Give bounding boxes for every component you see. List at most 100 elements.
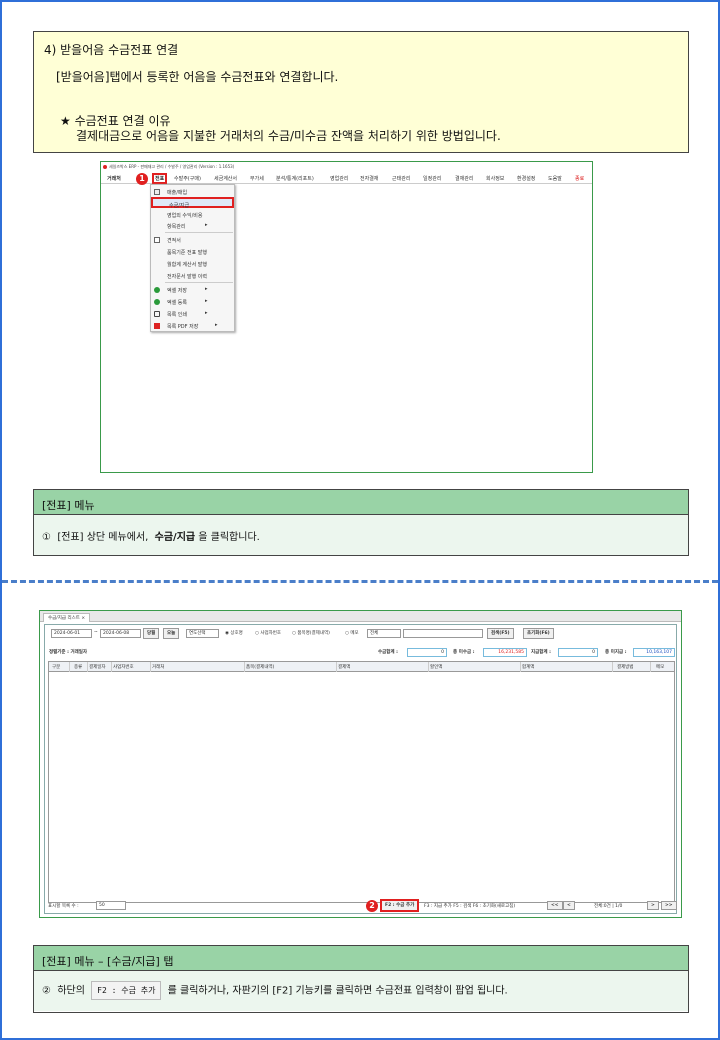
collect-list-screenshot: 수금/지급 리스트 × 2024-06-01 ~ 2024-06-08 당월 오… bbox=[39, 610, 682, 918]
col-customer[interactable]: 거래처 bbox=[152, 664, 164, 670]
dd-estimate[interactable]: 견적서 bbox=[151, 234, 234, 245]
submenu-arrow-icon: ▸ bbox=[205, 222, 208, 228]
divider bbox=[165, 282, 233, 283]
f2-key-chip: F2 : 수금 추가 bbox=[91, 981, 162, 1000]
dd-nonop[interactable]: 영업외 수익/비용 bbox=[151, 209, 234, 220]
today-button[interactable]: 오늘 bbox=[163, 628, 180, 639]
search-input[interactable] bbox=[403, 629, 483, 638]
caption-post: 를 클릭하거나, 자판기의 [F2] 기능키를 클릭하면 수금전표 입력창이 팝… bbox=[167, 985, 508, 997]
excel-icon bbox=[154, 287, 160, 293]
list-panel: 2024-06-01 ~ 2024-06-08 당월 오늘 연도선택 ◉ 상호명… bbox=[44, 624, 677, 914]
dd-collect-pay[interactable]: 수금/지급 bbox=[151, 197, 234, 209]
dd-item-mgmt[interactable]: 항목관리 ▸ bbox=[151, 220, 234, 231]
col-total[interactable]: 합계액 bbox=[522, 664, 534, 670]
dd-item-based[interactable]: 품목기준 전표 발행 bbox=[151, 246, 234, 257]
menu-tax-invoice[interactable]: 세금계산서 bbox=[214, 175, 237, 182]
section-divider bbox=[2, 580, 718, 583]
menu-exit[interactable]: 종료 bbox=[575, 175, 584, 182]
menu-company[interactable]: 회사정보 bbox=[486, 175, 504, 182]
close-icon[interactable]: × bbox=[81, 616, 85, 621]
caption-header: [전표] 메뉴 bbox=[34, 490, 688, 515]
sum-collect-value: 0 bbox=[407, 648, 447, 657]
menu-analysis[interactable]: 분석/통계(리포트) bbox=[276, 175, 314, 182]
window-title: 세일즈박스 ERP - 판매재고 관리 / 수발주 / 영업관리 (Versio… bbox=[103, 164, 234, 170]
dd-excel-save[interactable]: 엑셀 저장 ▸ bbox=[151, 284, 234, 295]
first-page-button[interactable]: << bbox=[547, 901, 563, 910]
tab-collect-list[interactable]: 수금/지급 리스트 × bbox=[43, 613, 91, 622]
col-memo[interactable]: 메모 bbox=[656, 664, 664, 670]
voucher-dropdown: 매출/매입 수금/지급 영업외 수익/비용 항목관리 ▸ 견적서 품목기준 전표 … bbox=[150, 184, 235, 332]
last-page-button[interactable]: >> bbox=[661, 901, 677, 910]
radio-item[interactable]: ○ 품목명(결제내역) bbox=[292, 630, 330, 636]
excel-icon bbox=[154, 299, 160, 305]
menu-schedule[interactable]: 일정관리 bbox=[423, 175, 441, 182]
col-amount[interactable]: 결제액 bbox=[338, 664, 350, 670]
menu-vat[interactable]: 부가세 bbox=[250, 175, 264, 182]
function-key-hints: F3 : 지급 추가 F5 : 검색 F6 : 초기화(새로고침) bbox=[424, 904, 516, 909]
dd-sales-purchase[interactable]: 매출/매입 bbox=[151, 186, 234, 197]
f2-add-collect-button[interactable]: F2 : 수금 추가 bbox=[380, 899, 420, 912]
search-button[interactable]: 검색(F5) bbox=[487, 628, 514, 639]
menu-approval[interactable]: 전자결재 bbox=[360, 175, 378, 182]
print-icon bbox=[154, 311, 160, 317]
date-separator: ~ bbox=[94, 630, 98, 635]
col-type[interactable]: 구분 bbox=[52, 664, 60, 670]
caption-post: 을 클릭합니다. bbox=[198, 532, 260, 543]
caption-highlight: 수금/지급 bbox=[154, 532, 196, 543]
submenu-arrow-icon: ▸ bbox=[205, 298, 208, 304]
col-date[interactable]: 결제일자 bbox=[89, 664, 106, 670]
menu-attendance[interactable]: 근태관리 bbox=[392, 175, 410, 182]
col-discount[interactable]: 할인액 bbox=[430, 664, 442, 670]
radio-memo[interactable]: ○ 메모 bbox=[345, 630, 359, 636]
menu-orders[interactable]: 수발주(구매) bbox=[174, 175, 201, 182]
submenu-arrow-icon: ▸ bbox=[215, 322, 218, 328]
total-unpaid-value: 16,231,585 bbox=[483, 648, 527, 657]
caption-body: ② 하단의 F2 : 수금 추가 를 클릭하거나, 자판기의 [F2] 기능키를… bbox=[34, 971, 688, 1011]
list-footer: 표시할 목록 수 : 50 2 F2 : 수금 추가 F3 : 지급 추가 F5… bbox=[44, 899, 677, 913]
info-note: 4) 받을어음 수금전표 연결 [받을어음]탭에서 등록한 어음을 수금전표와 … bbox=[33, 31, 689, 153]
dd-edoc-history[interactable]: 전자문서 발행 이력 bbox=[151, 270, 234, 281]
menu-settings[interactable]: 환경설정 bbox=[517, 175, 535, 182]
menu-sales[interactable]: 영업관리 bbox=[330, 175, 348, 182]
divider bbox=[165, 232, 233, 233]
col-kind[interactable]: 종류 bbox=[74, 664, 82, 670]
caption-tab: [전표] 메뉴 – [수금/지급] 탭 ② 하단의 F2 : 수금 추가 를 클… bbox=[33, 945, 689, 1013]
grid-header: 구분 종류 결제일자 사업자번호 거래처 품목(결제내역) 결제액 할인액 합계… bbox=[49, 662, 674, 672]
dd-excel-import[interactable]: 엑셀 등록 ▸ bbox=[151, 296, 234, 307]
col-method[interactable]: 결제방법 bbox=[617, 664, 634, 670]
menu-voucher[interactable]: 전표 bbox=[152, 173, 168, 184]
estimate-icon bbox=[154, 237, 160, 243]
dd-print[interactable]: 목록 인쇄 ▸ bbox=[151, 308, 234, 319]
rows-select[interactable]: 50 bbox=[96, 901, 126, 910]
total-unpaid-label: 총 미수금 : bbox=[453, 650, 475, 655]
radio-company[interactable]: ◉ 상호명 bbox=[225, 630, 243, 636]
col-item[interactable]: 품목(결제내역) bbox=[246, 664, 274, 670]
caption-pre: 하단의 bbox=[57, 985, 85, 997]
doc-icon bbox=[154, 189, 160, 195]
date-from-input[interactable]: 2024-06-01 bbox=[51, 629, 92, 638]
date-to-input[interactable]: 2024-06-08 bbox=[100, 629, 141, 638]
col-bizno[interactable]: 사업자번호 bbox=[113, 664, 134, 670]
reset-button[interactable]: 초기화(F6) bbox=[523, 628, 554, 639]
note-heading: 4) 받을어음 수금전표 연결 bbox=[44, 43, 179, 57]
radio-bizno[interactable]: ○ 사업자번호 bbox=[255, 630, 281, 636]
tab-bar: 수금/지급 리스트 × bbox=[40, 611, 681, 622]
menu-help[interactable]: 도움말 bbox=[548, 175, 562, 182]
menu-customer[interactable]: 거래처 bbox=[107, 175, 121, 182]
this-month-button[interactable]: 당월 bbox=[143, 628, 160, 639]
dd-monthly[interactable]: 월합계 계산서 발행 bbox=[151, 258, 234, 269]
prev-page-button[interactable]: < bbox=[563, 901, 575, 910]
sum-collect-label: 수금합계 : bbox=[378, 650, 398, 655]
next-page-button[interactable]: > bbox=[647, 901, 659, 910]
menu-bar: 거래처 전표 수발주(구매) 세금계산서 부가세 분석/통계(리포트) 영업관리… bbox=[101, 172, 592, 184]
step-badge: 2 bbox=[366, 900, 378, 912]
menu-payment[interactable]: 결재관리 bbox=[455, 175, 473, 182]
dd-pdf[interactable]: 목록 PDF 저장 ▸ bbox=[151, 320, 234, 331]
year-select[interactable]: 연도선택 bbox=[186, 629, 219, 638]
caption-pre: [전표] 상단 메뉴에서, bbox=[57, 532, 149, 543]
erp-menu-screenshot: 세일즈박스 ERP - 판매재고 관리 / 수발주 / 영업관리 (Versio… bbox=[100, 161, 593, 473]
total-unpay-label: 총 미지급 : bbox=[605, 650, 627, 655]
submenu-arrow-icon: ▸ bbox=[205, 310, 208, 316]
filter-select[interactable]: 전체 bbox=[367, 629, 401, 638]
submenu-arrow-icon: ▸ bbox=[205, 286, 208, 292]
